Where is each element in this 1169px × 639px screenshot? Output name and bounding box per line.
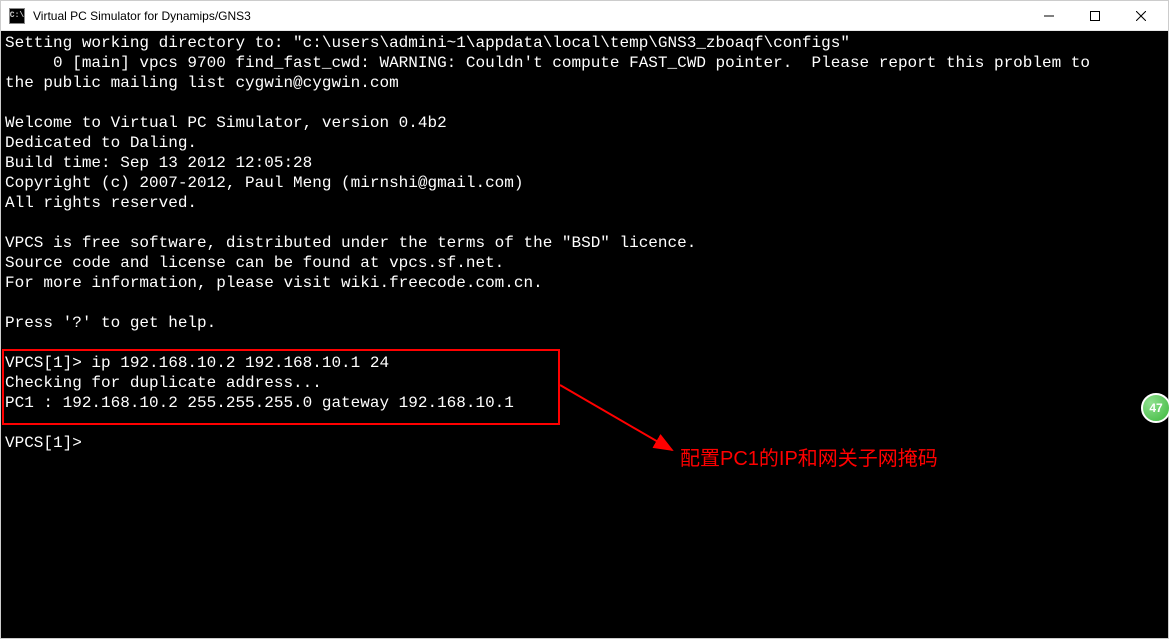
maximize-icon (1090, 11, 1100, 21)
minimize-button[interactable] (1026, 2, 1072, 30)
terminal-line: All rights reserved. (5, 193, 1164, 213)
terminal-line: Dedicated to Daling. (5, 133, 1164, 153)
terminal-output[interactable]: Setting working directory to: "c:\users\… (1, 31, 1168, 638)
terminal-line (5, 413, 1164, 433)
terminal-line: Checking for duplicate address... (5, 373, 1164, 393)
side-badge-value: 47 (1149, 401, 1162, 415)
close-button[interactable] (1118, 2, 1164, 30)
terminal-line: VPCS[1]> ip 192.168.10.2 192.168.10.1 24 (5, 353, 1164, 373)
terminal-line: Build time: Sep 13 2012 12:05:28 (5, 153, 1164, 173)
terminal-line: VPCS[1]> (5, 433, 1164, 453)
window-controls (1026, 2, 1164, 30)
side-badge[interactable]: 47 (1141, 393, 1169, 423)
terminal-line: For more information, please visit wiki.… (5, 273, 1164, 293)
app-icon: C:\ (9, 8, 25, 24)
app-window: C:\ Virtual PC Simulator for Dynamips/GN… (0, 0, 1169, 639)
terminal-line: VPCS is free software, distributed under… (5, 233, 1164, 253)
terminal-line: Welcome to Virtual PC Simulator, version… (5, 113, 1164, 133)
close-icon (1136, 11, 1146, 21)
terminal-line (5, 333, 1164, 353)
terminal-line: Press '?' to get help. (5, 313, 1164, 333)
terminal-line: PC1 : 192.168.10.2 255.255.255.0 gateway… (5, 393, 1164, 413)
terminal-line: the public mailing list cygwin@cygwin.co… (5, 73, 1164, 93)
app-icon-label: C:\ (10, 11, 24, 20)
terminal-line (5, 93, 1164, 113)
terminal-line: Source code and license can be found at … (5, 253, 1164, 273)
minimize-icon (1044, 11, 1054, 21)
window-title: Virtual PC Simulator for Dynamips/GNS3 (33, 9, 1026, 23)
terminal-line (5, 213, 1164, 233)
terminal-line: Setting working directory to: "c:\users\… (5, 33, 1164, 53)
terminal-line: Copyright (c) 2007-2012, Paul Meng (mirn… (5, 173, 1164, 193)
terminal-line (5, 293, 1164, 313)
titlebar[interactable]: C:\ Virtual PC Simulator for Dynamips/GN… (1, 1, 1168, 31)
maximize-button[interactable] (1072, 2, 1118, 30)
terminal-line: 0 [main] vpcs 9700 find_fast_cwd: WARNIN… (5, 53, 1164, 73)
